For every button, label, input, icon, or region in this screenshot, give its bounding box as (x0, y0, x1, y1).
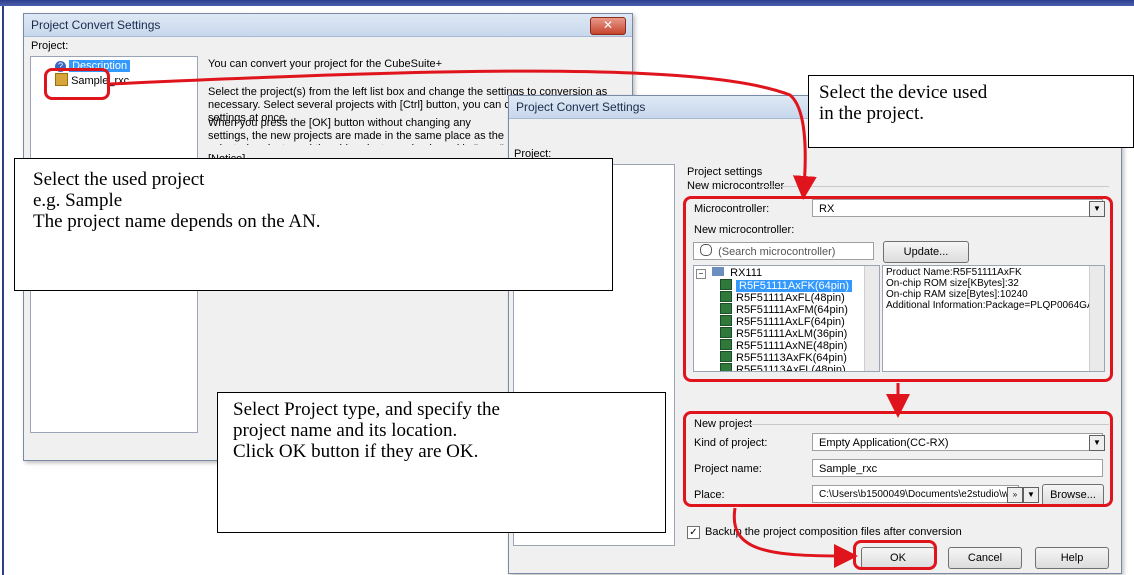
instructions-2: When you press the [OK] button without c… (208, 117, 504, 145)
highlight-project (44, 68, 110, 100)
callout-type-line-2: project name and its location. (233, 420, 458, 441)
callout-project-line-1: Select the used project (33, 169, 205, 190)
top-border (0, 0, 1134, 6)
highlight-microcontroller (683, 196, 1113, 382)
back-title: Project Convert Settings (31, 18, 161, 32)
front-title: Project Convert Settings (516, 100, 646, 114)
callout-project-line-3: The project name depends on the AN. (33, 211, 321, 232)
highlight-ok-button (853, 540, 937, 570)
help-button[interactable]: Help (1035, 547, 1109, 569)
project-settings-label: Project settings (687, 166, 763, 178)
close-button[interactable]: ✕ (590, 17, 626, 35)
project-label: Project: (31, 40, 69, 52)
backup-checkbox[interactable]: ✓ (687, 526, 700, 539)
callout-type-line-3: Click OK button if they are OK. (233, 441, 479, 462)
intro-text: You can convert your project for the Cub… (208, 58, 443, 70)
callout-type: Select Project type, and specify the pro… (217, 392, 666, 533)
highlight-new-project (683, 411, 1113, 507)
callout-device-text: Select the device used in the project. (819, 82, 988, 124)
callout-device: Select the device used in the project. (808, 75, 1134, 148)
back-titlebar: Project Convert Settings ✕ (24, 14, 632, 37)
backup-label: Backup the project composition files aft… (705, 526, 962, 538)
callout-project-line-2: e.g. Sample (33, 190, 123, 211)
cancel-button[interactable]: Cancel (948, 547, 1022, 569)
callout-project: Select the used project e.g. Sample The … (14, 158, 613, 291)
group-divider (757, 186, 1109, 187)
left-border (2, 6, 4, 575)
callout-type-line-1: Select Project type, and specify the (233, 399, 500, 420)
